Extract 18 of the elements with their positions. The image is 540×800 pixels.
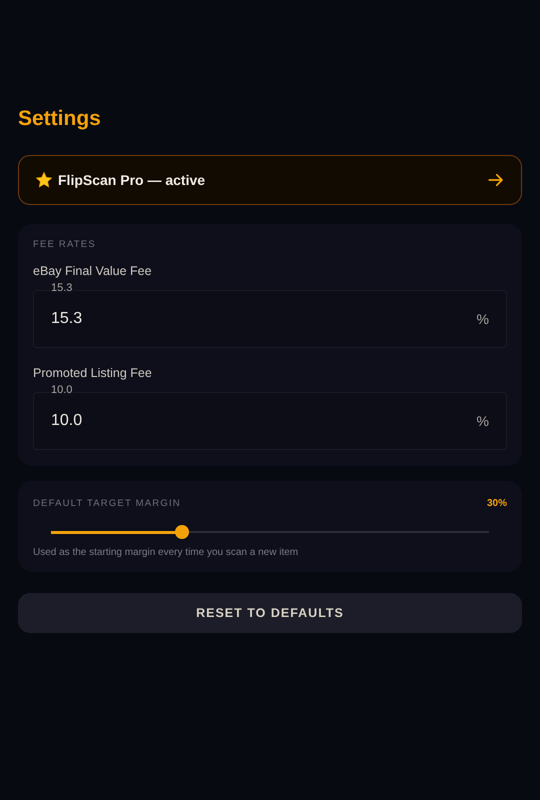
section-heading: DEFAULT TARGET MARGIN	[33, 498, 181, 509]
input-field[interactable]: 15.3 %	[33, 290, 507, 348]
field-label: eBay Final Value Fee	[33, 264, 153, 278]
margin-slider[interactable]	[51, 525, 489, 539]
input-field[interactable]: 10.0 %	[33, 392, 507, 450]
margin-reading: 30%	[486, 498, 507, 509]
star-icon	[35, 171, 53, 189]
section-heading: FEE RATES	[33, 239, 97, 250]
reset-button[interactable]: RESET TO DEFAULTS	[18, 593, 522, 633]
page-title: Settings	[18, 106, 102, 132]
floating-label: 10.0	[50, 384, 74, 396]
arrow-right-icon	[487, 171, 505, 189]
floating-label: 15.3	[50, 282, 74, 294]
slider-thumb[interactable]	[175, 525, 190, 539]
field-label: Promoted Listing Fee	[33, 366, 153, 380]
hint-text: Used as the starting margin every time you scan a new item	[33, 547, 300, 558]
banner-text: FlipScan Pro — active	[58, 172, 206, 188]
pro-banner[interactable]: FlipScan Pro — active	[18, 155, 522, 205]
